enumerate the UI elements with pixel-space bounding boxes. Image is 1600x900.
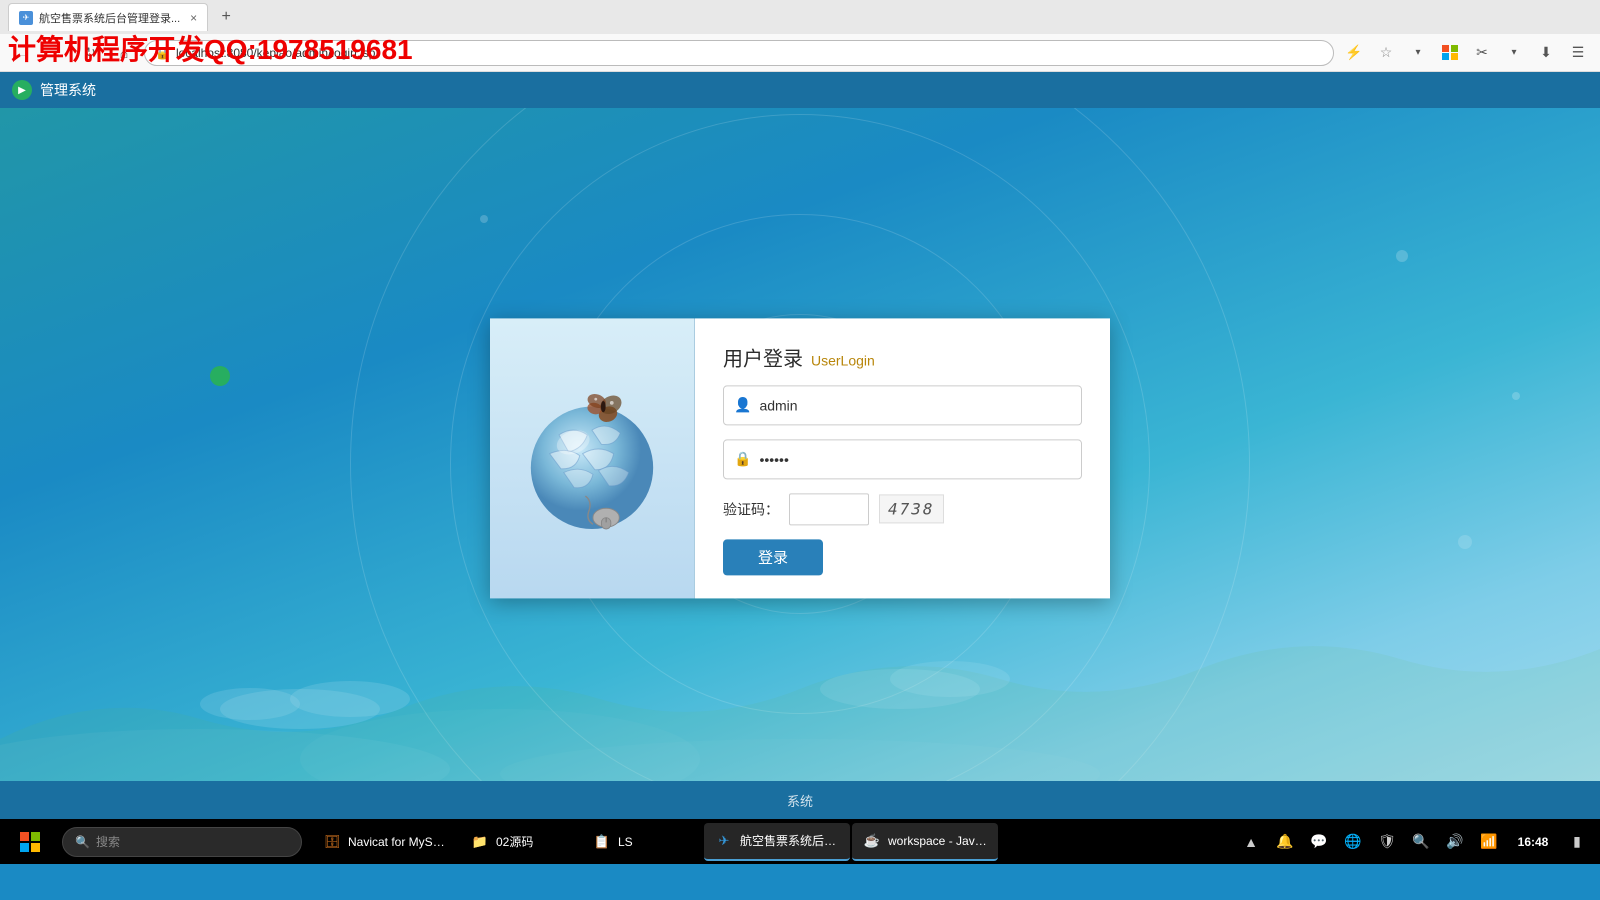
lightning-icon[interactable]: ⚡ (1340, 39, 1368, 67)
login-title-zh: 用户登录 (723, 342, 803, 371)
taskbar-item-java[interactable]: ☕ workspace - Java ... (852, 823, 998, 861)
taskbar-search-icon: 🔍 (75, 835, 90, 849)
taskbar: 🔍 搜索 🗄 Navicat for MySQL 📁 02源码 📋 LS ✈ 航… (0, 819, 1600, 864)
tray-icon-3[interactable]: 🌐 (1338, 823, 1368, 861)
landscape-svg (0, 589, 1600, 789)
captcha-input[interactable] (789, 493, 869, 525)
show-desktop-icon[interactable]: ▮ (1562, 823, 1592, 861)
scissors-dropdown-button[interactable]: ▾ (1500, 39, 1528, 67)
password-input[interactable] (759, 451, 1071, 467)
user-icon: 👤 (734, 396, 751, 413)
taskbar-browser-label: 航空售票系统后台管... (740, 832, 840, 849)
taskbar-navicat-label: Navicat for MySQL (348, 835, 448, 849)
taskbar-java-icon: ☕ (862, 831, 882, 851)
home-button[interactable]: ⌂ (110, 39, 138, 67)
star-dropdown-button[interactable]: ▾ (1404, 39, 1432, 67)
taskbar-clock[interactable]: 16:48 (1508, 823, 1558, 861)
url-display: localhost:8080/kepiao/admin/login.jsp (176, 46, 375, 60)
taskbar-code-icon: 📁 (470, 832, 490, 852)
taskbar-navicat-icon: 🗄 (322, 832, 342, 852)
tab-close-button[interactable]: × (190, 11, 197, 25)
microsoft-icon[interactable] (1436, 39, 1464, 67)
username-input[interactable] (759, 397, 1071, 413)
time-display: 16:48 (1518, 835, 1549, 849)
footer-bar: 系统 (0, 781, 1600, 819)
globe-svg (517, 378, 667, 538)
cursor-dot (210, 366, 230, 386)
tab-bar: ✈ 航空售票系统后台管理登录... × + (0, 0, 1600, 34)
browser-chrome: 计算机程序开发QQ:1978519681 ✈ 航空售票系统后台管理登录... ×… (0, 0, 1600, 108)
tray-icon-search[interactable]: 🔍 (1406, 823, 1436, 861)
back-button[interactable]: ← (8, 39, 36, 67)
tray-icon-2[interactable]: 💬 (1304, 823, 1334, 861)
win-logo-red (20, 832, 29, 841)
tab-title: 航空售票系统后台管理登录... (39, 10, 180, 26)
taskbar-browser-icon: ✈ (714, 831, 734, 851)
new-tab-button[interactable]: + (212, 3, 240, 31)
login-card: 用户登录 UserLogin 👤 🔒 验证码： 4738 登录 (490, 318, 1110, 598)
win-logo-yellow (31, 843, 40, 852)
login-button[interactable]: 登录 (723, 539, 823, 575)
tray-arrow-icon[interactable]: ▲ (1236, 823, 1266, 861)
nav-logo: ▶ (12, 80, 32, 100)
nav-title: 管理系统 (40, 80, 96, 100)
captcha-row: 验证码： 4738 (723, 493, 1082, 525)
win-logo-blue (20, 843, 29, 852)
taskbar-code-label: 02源码 (496, 833, 533, 850)
taskbar-item-code[interactable]: 📁 02源码 (460, 823, 580, 861)
captcha-code[interactable]: 4738 (879, 494, 944, 523)
tab-favicon: ✈ (19, 11, 33, 25)
taskbar-search-placeholder: 搜索 (96, 833, 120, 850)
star-icon[interactable]: ☆ (1372, 39, 1400, 67)
menu-button[interactable]: ☰ (1564, 39, 1592, 67)
login-title-en: UserLogin (811, 352, 875, 368)
address-bar-row: ← → ↻ ⌂ 🔒 localhost:8080/kepiao/admin/lo… (0, 34, 1600, 72)
captcha-label: 验证码： (723, 499, 779, 519)
footer-text: 系统 (787, 791, 813, 810)
taskbar-ls-label: LS (618, 835, 633, 849)
main-area: 用户登录 UserLogin 👤 🔒 验证码： 4738 登录 (0, 108, 1600, 819)
login-title: 用户登录 UserLogin (723, 342, 1082, 371)
login-card-left (490, 318, 695, 598)
toolbar-icons: ⚡ ☆ ▾ ✂ ▾ ⬇ ☰ (1340, 39, 1592, 67)
password-field-wrapper: 🔒 (723, 439, 1082, 479)
tray-icon-4[interactable]: 🛡 (1372, 823, 1402, 861)
taskbar-item-browser[interactable]: ✈ 航空售票系统后台管... (704, 823, 850, 861)
scissors-icon[interactable]: ✂ (1468, 39, 1496, 67)
taskbar-item-ls[interactable]: 📋 LS (582, 823, 702, 861)
login-card-right: 用户登录 UserLogin 👤 🔒 验证码： 4738 登录 (695, 318, 1110, 598)
taskbar-ls-icon: 📋 (592, 832, 612, 852)
tray-speaker-icon[interactable]: 🔊 (1440, 823, 1470, 861)
forward-button[interactable]: → (42, 39, 70, 67)
nav-bar: ▶ 管理系统 (0, 72, 1600, 108)
start-button[interactable] (8, 823, 52, 861)
tray-network-icon[interactable]: 📶 (1474, 823, 1504, 861)
lock-icon: 🔒 (734, 450, 751, 467)
tray-icon-1[interactable]: 🔔 (1270, 823, 1300, 861)
taskbar-java-label: workspace - Java ... (888, 834, 988, 848)
taskbar-right: ▲ 🔔 💬 🌐 🛡 🔍 🔊 📶 16:48 ▮ (1236, 823, 1592, 861)
win-logo-green (31, 832, 40, 841)
windows-logo (20, 832, 40, 852)
globe-illustration (507, 358, 677, 558)
address-box[interactable]: 🔒 localhost:8080/kepiao/admin/login.jsp (144, 40, 1334, 66)
active-tab[interactable]: ✈ 航空售票系统后台管理登录... × (8, 3, 208, 31)
taskbar-item-navicat[interactable]: 🗄 Navicat for MySQL (312, 823, 458, 861)
refresh-button[interactable]: ↻ (76, 39, 104, 67)
taskbar-search[interactable]: 🔍 搜索 (62, 827, 302, 857)
username-field-wrapper: 👤 (723, 385, 1082, 425)
download-icon[interactable]: ⬇ (1532, 39, 1560, 67)
